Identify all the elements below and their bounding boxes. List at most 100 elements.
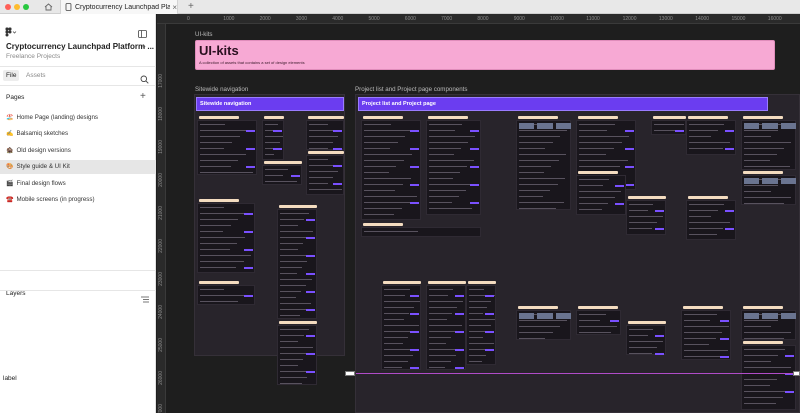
search-button[interactable] <box>140 71 149 89</box>
component-thumbnail[interactable] <box>686 196 736 240</box>
new-tab-button[interactable]: + <box>188 0 194 14</box>
thumbnail-text-line <box>200 136 240 137</box>
thumbnail-text-line <box>519 184 558 185</box>
thumbnail-text-line <box>429 355 456 356</box>
add-page-button[interactable]: + <box>140 91 146 102</box>
component-thumbnail[interactable] <box>466 281 496 365</box>
component-thumbnail[interactable] <box>626 196 666 235</box>
component-thumbnail[interactable] <box>381 281 421 370</box>
thumbnail-text-line <box>684 338 716 339</box>
component-thumbnail[interactable] <box>277 321 317 385</box>
component-thumbnail[interactable] <box>262 161 302 185</box>
component-thumbnail[interactable] <box>197 281 255 305</box>
tab-file[interactable]: File <box>3 70 20 81</box>
thumbnail-image <box>762 123 778 129</box>
thumbnail-text-line <box>429 184 473 185</box>
file-name[interactable]: Cryptocurrency Launchpad Platform ... <box>6 42 154 51</box>
project-name[interactable]: Freelance Projects <box>6 53 60 60</box>
component-thumbnail[interactable] <box>681 306 731 360</box>
design-canvas[interactable]: UI-kits UI-kits A collection of assets t… <box>166 25 800 413</box>
thumbnail-button <box>410 202 419 204</box>
component-thumbnail[interactable] <box>741 341 796 410</box>
document-tab[interactable]: Cryptocurrency Launchpad Platf × <box>60 0 178 14</box>
page-item[interactable]: ✍️ Balsamiq sketches <box>0 127 156 141</box>
zoom-window-button[interactable] <box>23 4 29 10</box>
thumbnail-text-line <box>579 160 629 161</box>
project-list-frame[interactable]: Project list and Project page <box>355 94 800 413</box>
component-thumbnail[interactable] <box>686 116 736 155</box>
component-thumbnail[interactable] <box>262 116 284 160</box>
thumbnail-text-line <box>744 142 792 143</box>
component-thumbnail[interactable] <box>361 116 421 220</box>
thumbnail-text-line <box>579 314 606 315</box>
frame-label-project-list[interactable]: Project list and Project page components <box>355 86 467 93</box>
component-thumbnail[interactable] <box>516 116 571 210</box>
tab-assets[interactable]: Assets <box>26 72 46 79</box>
thumbnail-button <box>273 130 282 132</box>
thumbnail-text-line <box>469 313 484 314</box>
thumbnail-button <box>410 331 419 333</box>
ui-kits-banner-frame[interactable]: UI-kits A collection of assets that cont… <box>195 40 775 70</box>
component-tag <box>518 116 558 119</box>
frame-label-sitewide-navigation[interactable]: Sitewide navigation <box>195 86 248 93</box>
toggle-sidebar-button[interactable] <box>138 25 147 43</box>
component-thumbnail[interactable] <box>277 205 317 319</box>
component-thumbnail[interactable] <box>516 306 571 340</box>
component-thumbnail[interactable] <box>306 116 344 150</box>
thumbnail-button <box>455 367 464 369</box>
component-thumbnail[interactable] <box>361 223 481 237</box>
thumbnail-text-line <box>364 231 418 232</box>
component-thumbnail[interactable] <box>197 199 255 273</box>
component-thumbnail[interactable] <box>576 171 626 215</box>
page-item[interactable]: 🏚️ Old design versions <box>0 143 156 157</box>
ruler-tick-label: 16000 <box>767 16 782 22</box>
thumbnail-text-line <box>689 210 718 211</box>
page-item[interactable]: ☎️ Mobile screens (in progress) <box>0 193 156 207</box>
thumbnail-button <box>725 148 734 150</box>
thumbnail-button <box>470 166 479 168</box>
thumbnail-image <box>537 123 553 129</box>
divider <box>0 66 156 67</box>
thumbnail-text-line <box>744 391 791 392</box>
close-window-button[interactable] <box>5 4 11 10</box>
component-thumbnail[interactable] <box>197 116 257 175</box>
sitewide-navigation-frame[interactable]: Sitewide navigation <box>194 94 345 385</box>
component-tag <box>199 199 239 202</box>
thumbnail-text-line <box>364 166 397 167</box>
home-tab[interactable] <box>40 1 56 13</box>
frame-label-ui-kits[interactable]: UI-kits <box>195 31 213 38</box>
thumbnail-text-line <box>744 349 786 350</box>
selection-handle[interactable] <box>345 371 355 376</box>
chevron-down-icon[interactable]: ⌄ <box>141 42 147 50</box>
figma-menu-button[interactable] <box>5 24 17 42</box>
component-thumbnail[interactable] <box>741 116 796 170</box>
thumbnail-text-line <box>364 196 418 197</box>
thumbnail-text-line <box>429 319 447 320</box>
component-thumbnail[interactable] <box>741 171 796 205</box>
layer-item-label[interactable]: label <box>3 375 17 382</box>
component-thumbnail[interactable] <box>426 281 466 370</box>
ruler-tick-label: 12000 <box>622 16 637 22</box>
thumbnail-button <box>485 295 494 297</box>
minimize-window-button[interactable] <box>14 4 20 10</box>
component-thumbnail[interactable] <box>626 321 666 355</box>
ruler-tick-label: 0 <box>187 16 190 22</box>
thumbnail-text-line <box>689 130 718 131</box>
page-item[interactable]: 🎬 Final design flows <box>0 176 156 190</box>
component-thumbnail[interactable] <box>741 306 796 340</box>
thumbnail-image <box>744 123 760 129</box>
component-thumbnail[interactable] <box>306 151 344 195</box>
component-thumbnail[interactable] <box>426 116 481 215</box>
component-thumbnail[interactable] <box>651 116 686 135</box>
selection-handle[interactable] <box>793 371 800 376</box>
thumbnail-text-line <box>364 178 411 179</box>
thumbnail-text-line <box>429 190 466 191</box>
page-item[interactable]: 🎨 Style guide & UI Kit <box>0 159 156 174</box>
close-tab-icon[interactable]: × <box>172 3 177 12</box>
thumbnail-text-line <box>429 154 454 155</box>
page-item[interactable]: 🏖️ Home Page (landing) designs <box>0 110 156 124</box>
layers-options-button[interactable] <box>141 290 149 308</box>
thumbnail-button <box>333 165 342 167</box>
component-thumbnail[interactable] <box>576 306 621 335</box>
thumbnail-text-line <box>519 166 552 167</box>
